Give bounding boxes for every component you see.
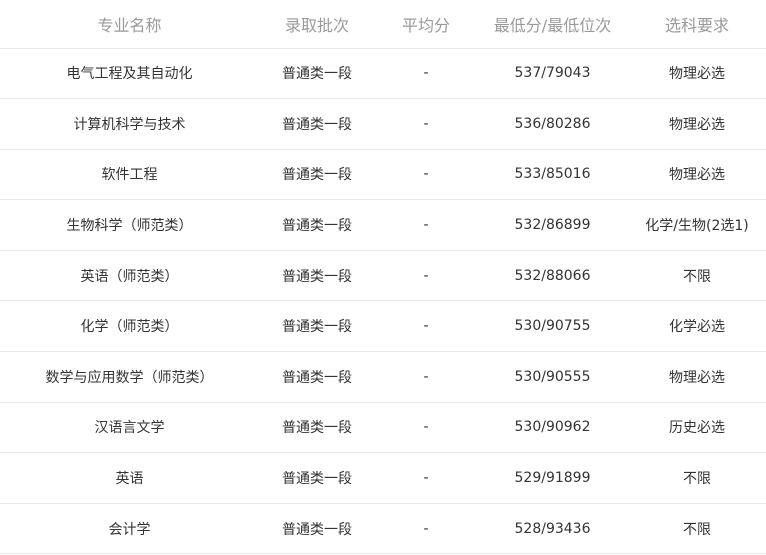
header-min-score-rank: 最低分/最低位次 <box>493 15 612 35</box>
cell-min-score-rank: 537/79043 <box>514 65 591 82</box>
cell-subject-requirement: 物理必选 <box>669 66 725 83</box>
cell-min-score-rank: 536/80286 <box>514 115 591 132</box>
table-row: 化学（师范类） 普通类一段 - 530/90755 化学必选 <box>0 300 766 352</box>
cell-average-score: - <box>423 520 429 537</box>
cell-subject-requirement: 不限 <box>683 268 711 285</box>
cell-major: 会计学 <box>108 521 151 538</box>
cell-major: 生物科学（师范类） <box>66 218 193 235</box>
header-batch: 录取批次 <box>284 15 349 35</box>
cell-subject-requirement: 物理必选 <box>669 167 725 184</box>
cell-batch: 普通类一段 <box>282 116 352 133</box>
table-row: 汉语言文学 普通类一段 - 530/90962 历史必选 <box>0 402 766 453</box>
cell-batch: 普通类一段 <box>282 268 352 285</box>
cell-batch: 普通类一段 <box>282 369 352 386</box>
cell-average-score: - <box>423 267 429 284</box>
cell-average-score: - <box>423 217 429 234</box>
table-row: 计算机科学与技术 普通类一段 - 536/80286 物理必选 <box>0 98 766 150</box>
cell-batch: 普通类一段 <box>282 420 352 437</box>
table-row: 数学与应用数学（师范类） 普通类一段 - 530/90555 物理必选 <box>0 351 766 403</box>
cell-major: 电气工程及其自动化 <box>66 66 193 83</box>
cell-major: 数学与应用数学（师范类） <box>45 369 214 386</box>
cell-major: 英语 <box>115 471 144 488</box>
cell-major: 英语（师范类） <box>80 268 179 285</box>
cell-average-score: - <box>423 65 429 82</box>
cell-subject-requirement: 物理必选 <box>669 116 725 133</box>
cell-min-score-rank: 532/86899 <box>514 217 591 234</box>
admission-score-table: 专业名称 录取批次 平均分 最低分/最低位次 选科要求 电气工程及其自动化 普通… <box>0 0 766 554</box>
cell-subject-requirement: 化学必选 <box>669 319 725 336</box>
cell-average-score: - <box>423 470 429 487</box>
table-row: 英语 普通类一段 - 529/91899 不限 <box>0 452 766 504</box>
cell-subject-requirement: 不限 <box>683 471 711 488</box>
cell-batch: 普通类一段 <box>282 319 352 336</box>
cell-average-score: - <box>423 115 429 132</box>
cell-min-score-rank: 530/90555 <box>514 368 591 385</box>
cell-major: 软件工程 <box>101 167 158 184</box>
table-header: 专业名称 录取批次 平均分 最低分/最低位次 选科要求 <box>0 0 766 48</box>
cell-min-score-rank: 533/85016 <box>514 166 591 183</box>
header-major: 专业名称 <box>97 15 162 35</box>
cell-min-score-rank: 529/91899 <box>514 470 591 487</box>
table-row: 生物科学（师范类） 普通类一段 - 532/86899 化学/生物(2选1) <box>0 199 766 251</box>
table-row: 电气工程及其自动化 普通类一段 - 537/79043 物理必选 <box>0 48 766 99</box>
cell-major: 汉语言文学 <box>94 420 165 437</box>
cell-average-score: - <box>423 419 429 436</box>
cell-batch: 普通类一段 <box>282 66 352 83</box>
table-row: 英语（师范类） 普通类一段 - 532/88066 不限 <box>0 250 766 301</box>
cell-subject-requirement: 化学/生物(2选1) <box>645 218 749 235</box>
header-row: 专业名称 录取批次 平均分 最低分/最低位次 选科要求 <box>0 0 766 48</box>
cell-average-score: - <box>423 368 429 385</box>
table-row: 软件工程 普通类一段 - 533/85016 物理必选 <box>0 149 766 200</box>
cell-batch: 普通类一段 <box>282 471 352 488</box>
cell-batch: 普通类一段 <box>282 218 352 235</box>
table-row: 会计学 普通类一段 - 528/93436 不限 <box>0 503 766 554</box>
header-average-score: 平均分 <box>401 15 450 35</box>
table-body: 电气工程及其自动化 普通类一段 - 537/79043 物理必选 计算机科学与技… <box>0 48 766 554</box>
header-subject-requirement: 选科要求 <box>664 15 729 35</box>
cell-min-score-rank: 530/90755 <box>514 318 591 335</box>
cell-subject-requirement: 物理必选 <box>669 369 725 386</box>
cell-min-score-rank: 528/93436 <box>514 520 591 537</box>
cell-subject-requirement: 不限 <box>683 521 711 538</box>
cell-min-score-rank: 532/88066 <box>514 267 591 284</box>
cell-batch: 普通类一段 <box>282 521 352 538</box>
cell-major: 计算机科学与技术 <box>73 116 186 133</box>
cell-average-score: - <box>423 318 429 335</box>
cell-batch: 普通类一段 <box>282 167 352 184</box>
cell-major: 化学（师范类） <box>80 319 179 336</box>
cell-min-score-rank: 530/90962 <box>514 419 591 436</box>
cell-average-score: - <box>423 166 429 183</box>
cell-subject-requirement: 历史必选 <box>669 420 725 437</box>
